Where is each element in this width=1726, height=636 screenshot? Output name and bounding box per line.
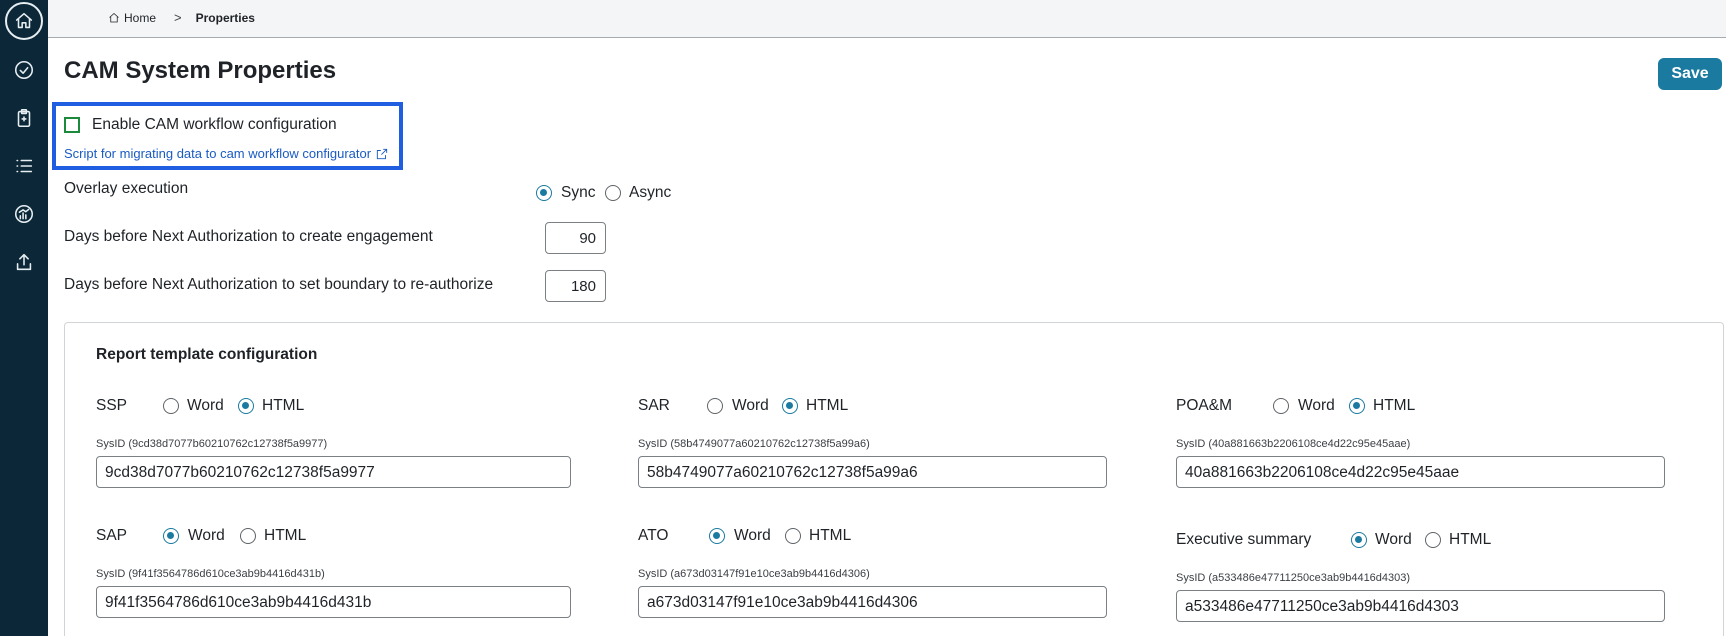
nav-clipboard-button[interactable]	[8, 102, 40, 134]
sap-sysid-input[interactable]: 9f41f3564786d610ce3ab9b4416d431b	[96, 586, 571, 618]
ato-sysid-input[interactable]: a673d03147f91e10ce3ab9b4416d4306	[638, 586, 1107, 618]
sap-label: SAP	[96, 527, 128, 544]
breadcrumb: Home > Properties	[108, 10, 255, 25]
ssp-word-label: Word	[187, 397, 224, 414]
breadcrumb-separator: >	[174, 10, 182, 25]
engagement-days-input[interactable]: 90	[545, 222, 606, 254]
executive-summary-word-radio[interactable]	[1351, 532, 1367, 548]
migration-script-link-text: Script for migrating data to cam workflo…	[64, 146, 372, 161]
external-link-icon	[376, 148, 388, 159]
sap-html-label: HTML	[264, 527, 307, 544]
ssp-word-radio[interactable]	[163, 398, 179, 414]
sar-sysid-input[interactable]: 58b4749077a60210762c12738f5a99a6	[638, 456, 1107, 488]
nav-home-button[interactable]	[5, 2, 43, 40]
ssp-html-radio[interactable]	[238, 398, 254, 414]
poam-sysid-input[interactable]: 40a881663b2206108ce4d22c95e45aae	[1176, 456, 1665, 488]
enable-workflow-checkbox[interactable]	[64, 117, 80, 133]
upload-icon	[16, 253, 32, 271]
ato-html-radio[interactable]	[785, 528, 801, 544]
poam-html-radio[interactable]	[1349, 398, 1365, 414]
ato-sysid-label: SysID (a673d03147f91e10ce3ab9b4416d4306)	[638, 568, 870, 580]
breadcrumb-home-label: Home	[124, 10, 157, 25]
nav-list-button[interactable]	[8, 150, 40, 182]
clipboard-icon	[17, 108, 31, 128]
sar-html-radio[interactable]	[782, 398, 798, 414]
report-template-title: Report template configuration	[96, 346, 318, 363]
ato-word-radio[interactable]	[709, 528, 725, 544]
ato-html-label: HTML	[809, 527, 852, 544]
migration-script-link[interactable]: Script for migrating data to cam workflo…	[64, 146, 389, 161]
page-title: CAM System Properties	[64, 57, 337, 84]
engagement-days-label: Days before Next Authorization to create…	[64, 228, 433, 245]
breadcrumb-home-link[interactable]: Home	[108, 11, 156, 25]
ssp-html-label: HTML	[262, 397, 305, 414]
overlay-async-label: Async	[629, 184, 672, 201]
boundary-days-input[interactable]: 180	[545, 270, 606, 302]
executive-summary-label: Executive summary	[1176, 531, 1312, 548]
poam-label: POA&M	[1176, 397, 1232, 414]
sar-html-label: HTML	[806, 397, 849, 414]
check-circle-icon	[14, 60, 34, 80]
sar-word-label: Word	[732, 397, 769, 414]
dashboard-icon	[14, 204, 34, 224]
executive-summary-sysid-input[interactable]: a533486e47711250ce3ab9b4416d4303	[1176, 590, 1665, 622]
ssp-sysid-label: SysID (9cd38d7077b60210762c12738f5a9977)	[96, 438, 328, 450]
poam-word-radio[interactable]	[1273, 398, 1289, 414]
list-icon	[16, 159, 33, 173]
boundary-days-label: Days before Next Authorization to set bo…	[64, 276, 494, 293]
home-icon	[109, 12, 119, 22]
nav-upload-button[interactable]	[8, 246, 40, 278]
poam-word-label: Word	[1298, 397, 1335, 414]
sap-word-label: Word	[188, 527, 225, 544]
ato-label: ATO	[638, 527, 669, 544]
save-button[interactable]: Save	[1658, 58, 1722, 90]
sap-html-radio[interactable]	[240, 528, 256, 544]
sap-word-radio[interactable]	[163, 528, 179, 544]
poam-sysid-label: SysID (40a881663b2206108ce4d22c95e45aae)	[1176, 438, 1411, 450]
overlay-sync-label: Sync	[561, 184, 596, 201]
executive-summary-html-label: HTML	[1449, 531, 1492, 548]
ssp-label: SSP	[96, 397, 128, 414]
top-bar: Home > Properties	[48, 0, 1726, 38]
executive-summary-word-label: Word	[1375, 531, 1412, 548]
executive-summary-sysid-label: SysID (a533486e47711250ce3ab9b4416d4303)	[1176, 572, 1411, 584]
overlay-execution-label: Overlay execution	[64, 180, 189, 197]
sar-sysid-label: SysID (58b4749077a60210762c12738f5a99a6)	[638, 438, 870, 450]
home-icon	[15, 12, 33, 29]
sar-word-radio[interactable]	[707, 398, 723, 414]
poam-html-label: HTML	[1373, 397, 1416, 414]
ssp-sysid-input[interactable]: 9cd38d7077b60210762c12738f5a9977	[96, 456, 571, 488]
nav-rail	[0, 0, 48, 636]
executive-summary-html-radio[interactable]	[1425, 532, 1441, 548]
enable-workflow-label: Enable CAM workflow configuration	[92, 116, 337, 133]
ato-word-label: Word	[734, 527, 771, 544]
sap-sysid-label: SysID (9f41f3564786d610ce3ab9b4416d431b)	[96, 568, 325, 580]
overlay-async-radio[interactable]	[605, 185, 621, 201]
overlay-sync-radio[interactable]	[536, 185, 552, 201]
nav-dashboard-button[interactable]	[8, 198, 40, 230]
breadcrumb-current: Properties	[195, 10, 255, 25]
nav-tasks-button[interactable]	[8, 54, 40, 86]
sar-label: SAR	[638, 397, 670, 414]
